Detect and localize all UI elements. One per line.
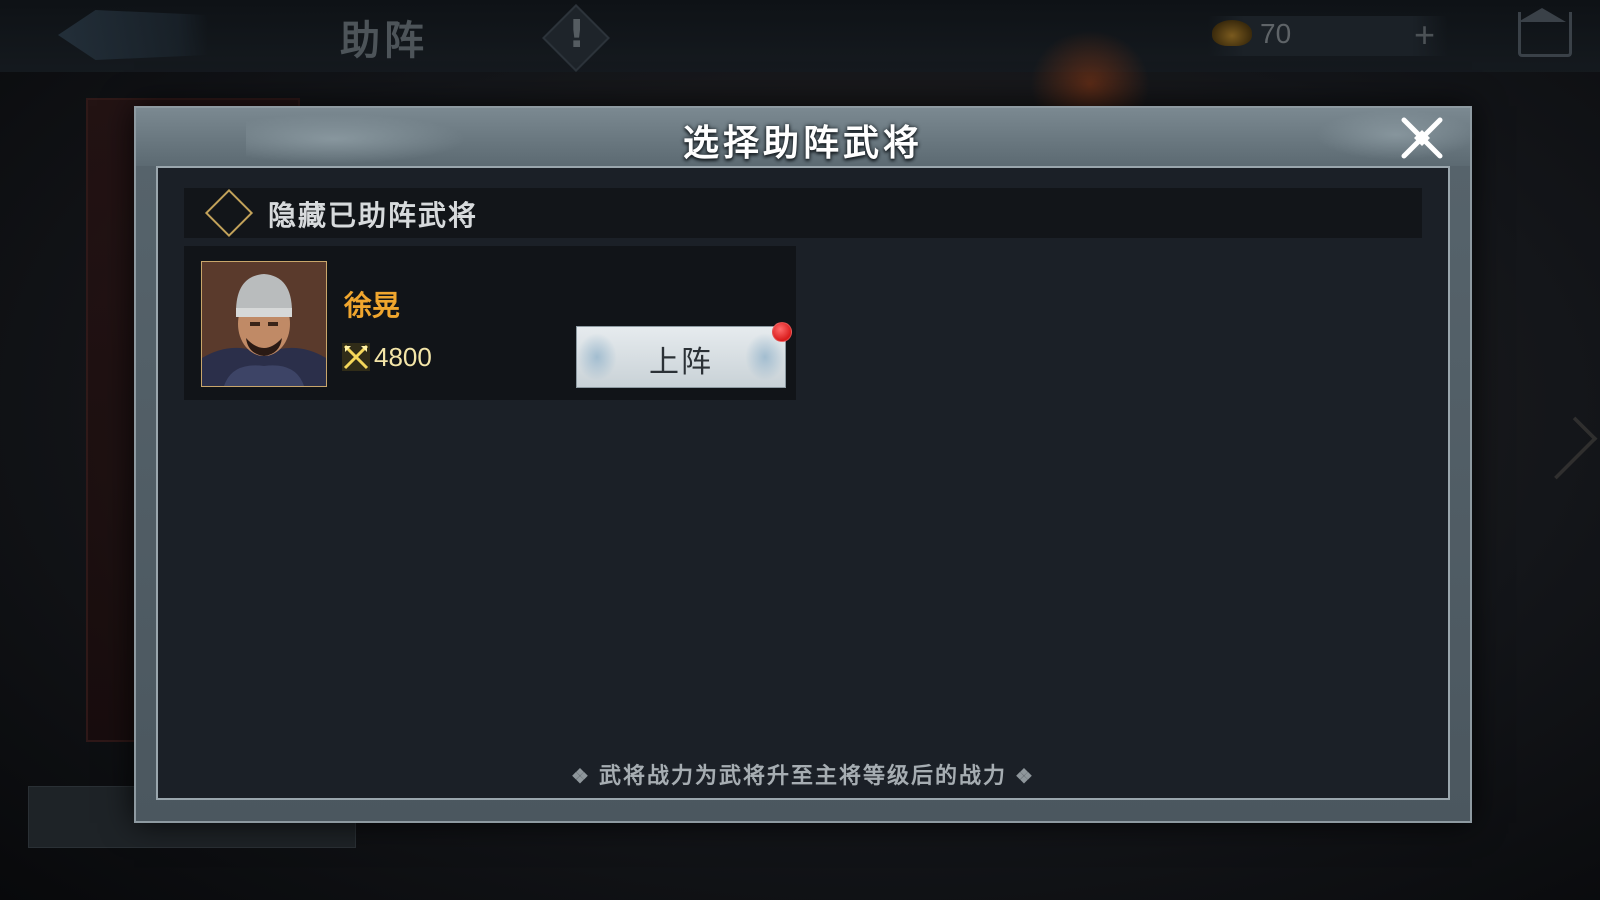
deploy-button[interactable]: 上阵: [576, 326, 786, 388]
gold-ingot-icon: [1212, 20, 1252, 46]
home-icon-body[interactable]: [1518, 12, 1572, 57]
footer-note-text: 武将战力为武将升至主将等级后的战力: [598, 763, 1007, 789]
screen-title: 助阵: [340, 17, 428, 64]
ornament-left-icon: ❖: [571, 764, 591, 788]
select-general-modal: 选择助阵武将 隐藏已助阵武将 徐晃 4800 上阵 ❖ 武将战力为武将升至主将等…: [134, 106, 1476, 823]
modal-header: 选择助阵武将: [136, 108, 1476, 166]
next-arrow-icon[interactable]: [1534, 416, 1598, 480]
footer-note: ❖ 武将战力为武将升至主将等级后的战力 ❖: [158, 758, 1448, 790]
general-name: 徐晃: [344, 289, 401, 322]
notification-dot: [772, 322, 792, 342]
ornament-right-icon: ❖: [1015, 764, 1035, 788]
general-portrait: [201, 261, 327, 387]
close-icon: [1401, 117, 1443, 159]
currency-value: 70: [1260, 18, 1292, 49]
close-button[interactable]: [1398, 114, 1446, 162]
help-icon: !: [568, 12, 586, 56]
general-card: 徐晃 4800 上阵: [184, 246, 796, 400]
modal-title: 选择助阵武将: [682, 122, 923, 164]
general-portrait-image: [202, 262, 326, 386]
crossed-swords-icon: [342, 343, 370, 371]
modal-body: 隐藏已助阵武将 徐晃 4800 上阵 ❖ 武将战力为武将升至主将等级后的战力 ❖: [156, 166, 1450, 800]
hide-assigned-checkbox[interactable]: [204, 188, 254, 238]
general-power: 4800: [374, 342, 432, 372]
currency-add-button[interactable]: +: [1414, 14, 1435, 56]
filter-bar: 隐藏已助阵武将: [184, 188, 1422, 238]
deploy-button-label: 上阵: [649, 345, 713, 380]
hide-assigned-label[interactable]: 隐藏已助阵武将: [268, 194, 478, 234]
